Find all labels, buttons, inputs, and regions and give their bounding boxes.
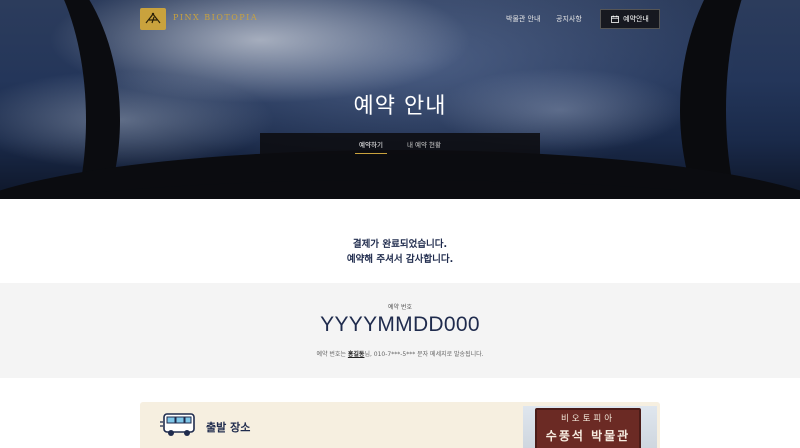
tab-my-reservations[interactable]: 내 예약 현황 bbox=[395, 133, 453, 154]
nav-museum-info[interactable]: 박물관 안내 bbox=[506, 14, 540, 24]
reservation-number: YYYYMMDD000 bbox=[320, 313, 480, 336]
departure-title: 출발 장소 bbox=[206, 421, 251, 434]
customer-name: 홍길동 bbox=[347, 351, 365, 358]
nav-reservation-label: 예약안내 bbox=[623, 15, 649, 23]
hero-banner: PINX BIOTOPIA 박물관 안내 공지사항 예약안내 예약 안내 예약하… bbox=[0, 0, 800, 199]
reservation-sms-note: 예약 번호는 홍길동님, 010-7***-5*** 문자 메세지로 발송됩니다… bbox=[0, 349, 800, 358]
reservation-number-section: 예약 번호 YYYYMMDD000 예약 번호는 홍길동님, 010-7***-… bbox=[0, 283, 800, 378]
logo-icon[interactable] bbox=[140, 8, 166, 30]
page-title: 예약 안내 bbox=[353, 94, 447, 119]
note-prefix: 예약 번호는 bbox=[316, 351, 348, 358]
dome-frame-bottom bbox=[0, 150, 800, 199]
message-line-1: 결제가 완료되었습니다. bbox=[352, 239, 448, 250]
logo-text[interactable]: PINX BIOTOPIA bbox=[173, 13, 258, 22]
sign-main-text: 수풍석 박물관 bbox=[545, 429, 631, 443]
sign-top-text: 비오토피아 bbox=[560, 414, 616, 424]
museum-sign-photo: 비오토피아 수풍석 박물관 bbox=[523, 406, 657, 448]
reservation-number-label: 예약 번호 bbox=[388, 304, 412, 311]
calendar-icon bbox=[611, 15, 620, 23]
nav-notice[interactable]: 공지사항 bbox=[556, 14, 582, 24]
departure-location-card: 출발 장소 비오토피아 수풍석 박물관 bbox=[140, 402, 660, 448]
payment-complete-message: 결제가 완료되었습니다. 예약해 주셔서 감사합니다. bbox=[0, 237, 800, 267]
tab-bar: 예약하기 내 예약 현황 bbox=[260, 133, 540, 154]
note-suffix: 님, 010-7***-5*** 문자 메세지로 발송됩니다. bbox=[364, 351, 484, 358]
museum-signboard: 비오토피아 수풍석 박물관 bbox=[535, 408, 641, 448]
message-line-2: 예약해 주셔서 감사합니다. bbox=[346, 254, 454, 265]
bus-icon bbox=[160, 413, 195, 436]
nav-reservation-button[interactable]: 예약안내 bbox=[600, 9, 660, 29]
tab-make-reservation[interactable]: 예약하기 bbox=[347, 133, 395, 154]
